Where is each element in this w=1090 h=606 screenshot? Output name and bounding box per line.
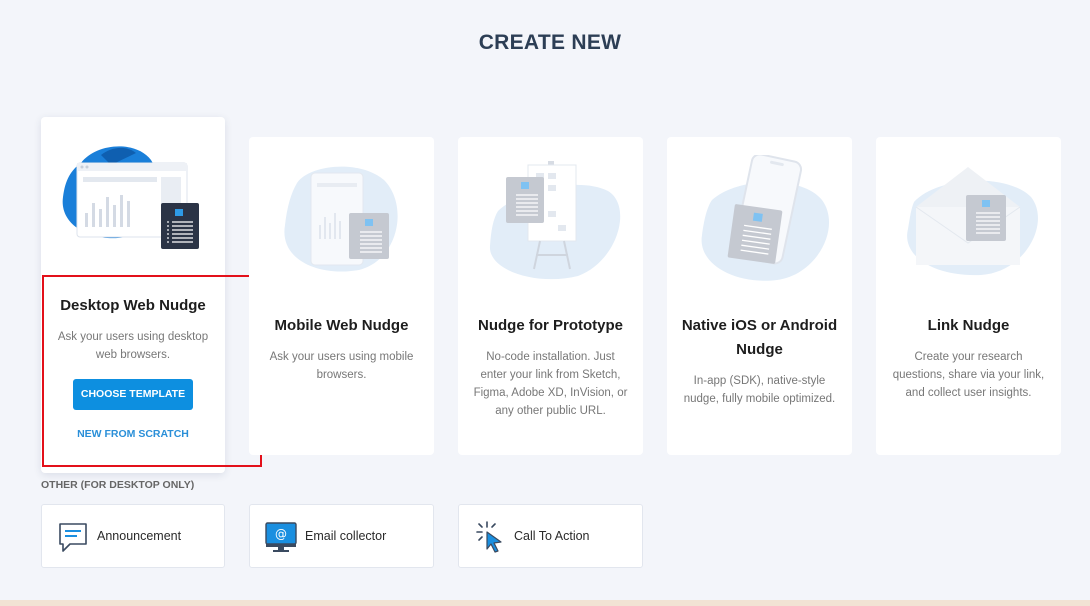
email-collector-label: Email collector xyxy=(305,529,387,543)
card-description: Ask your users using desktop web browser… xyxy=(57,331,209,361)
phone-illustration xyxy=(701,155,830,281)
desktop-illustration xyxy=(62,146,199,249)
card-mobile-web-nudge[interactable]: Mobile Web Nudge Ask your users using mo… xyxy=(249,137,434,455)
bottom-strip xyxy=(0,600,1090,606)
page-title: CREATE NEW xyxy=(478,31,622,54)
announcement-label: Announcement xyxy=(97,529,182,543)
card-title: Mobile Web Nudge xyxy=(274,317,409,334)
mobile-web-illustration xyxy=(284,166,398,272)
cursor-click-icon xyxy=(476,521,502,553)
card-desktop-web-nudge[interactable]: Desktop Web Nudge Ask your users using d… xyxy=(41,117,225,473)
card-title: Desktop Web Nudge xyxy=(60,297,206,314)
prototype-easel-illustration xyxy=(489,161,621,280)
call-to-action-label: Call To Action xyxy=(514,529,590,543)
other-section-label: OTHER (FOR DESKTOP ONLY) xyxy=(41,479,195,491)
choose-template-button[interactable]: CHOOSE TEMPLATE xyxy=(73,379,193,410)
card-title: Link Nudge xyxy=(927,317,1010,334)
card-description: Create your research questions, share vi… xyxy=(892,351,1045,399)
chat-bubble-icon xyxy=(59,523,87,552)
announcement-card[interactable]: Announcement xyxy=(41,504,225,568)
call-to-action-card[interactable]: Call To Action xyxy=(458,504,643,568)
card-title: Nudge for Prototype xyxy=(478,317,623,334)
new-from-scratch-link[interactable]: NEW FROM SCRATCH xyxy=(41,428,225,440)
email-monitor-icon: @ xyxy=(265,522,297,552)
card-description: In-app (SDK), native-style nudge, fully … xyxy=(683,375,836,405)
card-nudge-for-prototype[interactable]: Nudge for Prototype No-code installation… xyxy=(458,137,643,455)
email-collector-card[interactable]: @ Email collector xyxy=(249,504,434,568)
svg-text:@: @ xyxy=(275,527,287,541)
card-description: Ask your users using mobile browsers. xyxy=(269,351,414,381)
card-native-nudge[interactable]: Native iOS or Android Nudge In-app (SDK)… xyxy=(667,137,852,455)
card-link-nudge[interactable]: Link Nudge Create your research question… xyxy=(876,137,1061,455)
card-description: No-code installation. Just enter your li… xyxy=(473,351,628,417)
envelope-illustration xyxy=(907,167,1038,276)
card-title: Native iOS or Android Nudge xyxy=(681,317,838,358)
